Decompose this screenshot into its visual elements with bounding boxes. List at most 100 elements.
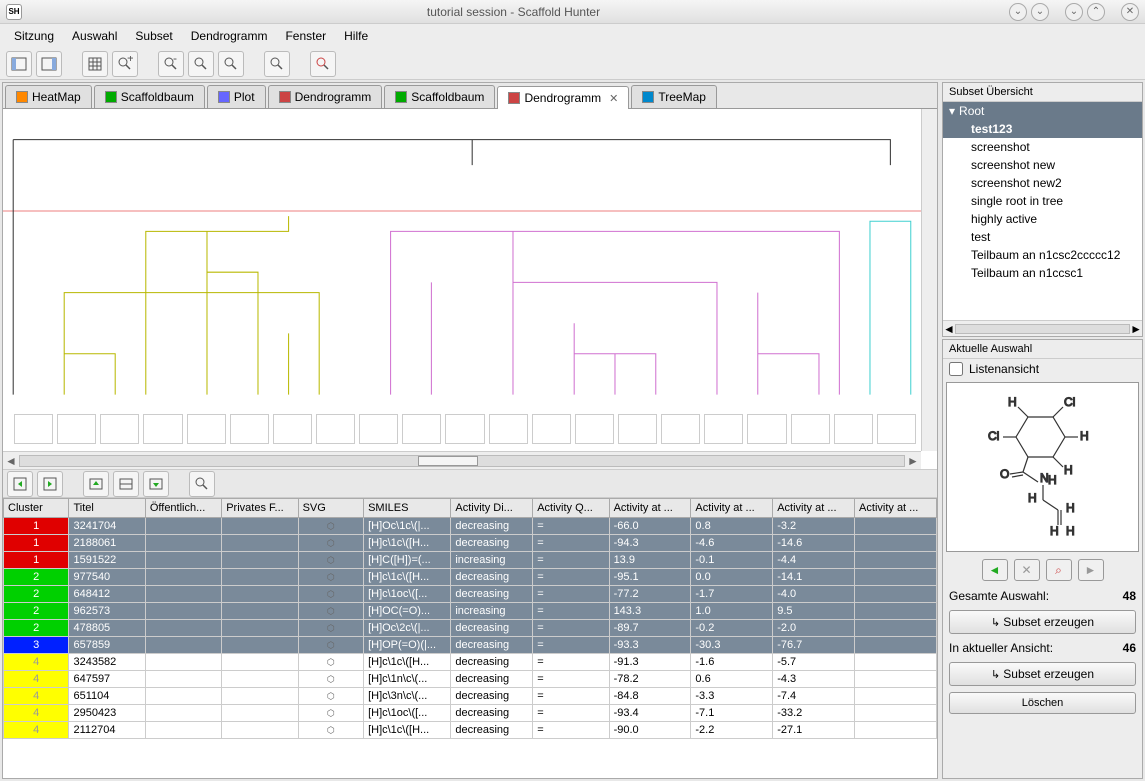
table-row[interactable]: 2977540⬡[H]c\1c\([H...decreasing=-95.10.… (4, 569, 937, 586)
zoom-in-icon[interactable]: + (112, 51, 138, 77)
molecule-thumb[interactable] (402, 414, 441, 444)
tree-item[interactable]: screenshot new (943, 156, 1142, 174)
column-header[interactable]: Activity at ... (609, 499, 691, 518)
panel-left-icon[interactable] (6, 51, 32, 77)
sort-up-icon[interactable] (83, 471, 109, 497)
tree-item[interactable]: screenshot (943, 138, 1142, 156)
dendrogram-view[interactable]: ◄ ► (3, 109, 937, 470)
minimize-icon[interactable]: ⌄ (1065, 3, 1083, 21)
table-row[interactable]: 4647597⬡[H]c\1n\c\(...decreasing=-78.20.… (4, 671, 937, 688)
tree-item[interactable]: single root in tree (943, 192, 1142, 210)
collapse-right-icon[interactable] (37, 471, 63, 497)
molecule-thumb[interactable] (834, 414, 873, 444)
tree-item[interactable]: screenshot new2 (943, 174, 1142, 192)
molecule-thumb[interactable] (316, 414, 355, 444)
molecule-thumb[interactable] (704, 414, 743, 444)
tab-treemap-6[interactable]: TreeMap (631, 85, 717, 108)
roll-down-icon[interactable]: ⌄ (1009, 3, 1027, 21)
create-subset-button-1[interactable]: ↳ Subset erzeugen (949, 610, 1136, 634)
table-row[interactable]: 13241704⬡[H]Oc\1c\(|...decreasing=-66.00… (4, 518, 937, 535)
prev-selection-icon[interactable]: ◄ (982, 559, 1008, 581)
molecule-thumb[interactable] (273, 414, 312, 444)
molecule-thumb[interactable] (532, 414, 571, 444)
tab-dendrogramm-5[interactable]: Dendrogramm✕ (497, 86, 629, 109)
table-row[interactable]: 4651104⬡[H]c\3n\c\(...decreasing=-84.8-3… (4, 688, 937, 705)
molecule-thumb[interactable] (618, 414, 657, 444)
molecule-thumb[interactable] (791, 414, 830, 444)
tab-scaffoldbaum-4[interactable]: Scaffoldbaum (384, 85, 495, 108)
molecule-thumb[interactable] (575, 414, 614, 444)
table-row[interactable]: 3657859⬡[H]OP(=O)(|...decreasing=-93.3-3… (4, 637, 937, 654)
tab-heatmap-0[interactable]: HeatMap (5, 85, 92, 108)
tree-item[interactable]: test123 (943, 120, 1142, 138)
molecule-thumb[interactable] (445, 414, 484, 444)
molecule-thumb[interactable] (143, 414, 182, 444)
column-header[interactable]: Öffentlich... (145, 499, 221, 518)
column-header[interactable]: Privates F... (222, 499, 298, 518)
column-header[interactable]: Cluster (4, 499, 69, 518)
tree-hscroll[interactable]: ◄► (943, 320, 1142, 336)
delete-button[interactable]: Löschen (949, 692, 1136, 714)
column-header[interactable]: Activity at ... (855, 499, 937, 518)
column-header[interactable]: Activity Di... (451, 499, 533, 518)
panel-right-icon[interactable] (36, 51, 62, 77)
tree-item[interactable]: test (943, 228, 1142, 246)
tab-close-icon[interactable]: ✕ (609, 92, 618, 105)
table-row[interactable]: 11591522⬡[H]C([H])=(...increasing=13.9-0… (4, 552, 937, 569)
horizontal-scrollbar[interactable]: ◄ ► (3, 451, 921, 469)
zoom-sel-icon[interactable] (218, 51, 244, 77)
tab-scaffoldbaum-1[interactable]: Scaffoldbaum (94, 85, 205, 108)
sort-down-icon[interactable] (143, 471, 169, 497)
tab-plot-2[interactable]: Plot (207, 85, 266, 108)
remove-selection-icon[interactable]: ✕ (1014, 559, 1040, 581)
tree-item[interactable]: Teilbaum an n1ccsc1 (943, 264, 1142, 282)
column-header[interactable]: Activity at ... (773, 499, 855, 518)
column-header[interactable]: SVG (298, 499, 363, 518)
column-header[interactable]: Activity Q... (533, 499, 609, 518)
table-row[interactable]: 42112704⬡[H]c\1c\([H...decreasing=-90.0-… (4, 722, 937, 739)
zoom-selection-icon[interactable]: ⌕ (1046, 559, 1072, 581)
tree-item[interactable]: Teilbaum an n1csc2ccccc12 (943, 246, 1142, 264)
table-row[interactable]: 12188061⬡[H]c\1c\([H...decreasing=-94.3-… (4, 535, 937, 552)
table-row[interactable]: 2962573⬡[H]OC(=O)...increasing=143.31.09… (4, 603, 937, 620)
zoom-out-icon[interactable]: - (158, 51, 184, 77)
molecule-thumb[interactable] (747, 414, 786, 444)
molecule-thumb[interactable] (877, 414, 916, 444)
column-header[interactable]: Activity at ... (691, 499, 773, 518)
maximize-icon[interactable]: ⌃ (1087, 3, 1105, 21)
close-icon[interactable]: ✕ (1121, 3, 1139, 21)
molecule-thumb[interactable] (661, 414, 700, 444)
molecule-thumb[interactable] (57, 414, 96, 444)
menu-fenster[interactable]: Fenster (277, 27, 334, 45)
column-header[interactable]: Titel (69, 499, 145, 518)
menu-hilfe[interactable]: Hilfe (336, 27, 376, 45)
molecule-thumb[interactable] (230, 414, 269, 444)
table-row[interactable]: 43243582⬡[H]c\1c\([H...decreasing=-91.3-… (4, 654, 937, 671)
molecule-thumb[interactable] (187, 414, 226, 444)
menu-sitzung[interactable]: Sitzung (6, 27, 62, 45)
subset-tree[interactable]: ▾Root test123screenshotscreenshot newscr… (943, 102, 1142, 320)
tab-dendrogramm-3[interactable]: Dendrogramm (268, 85, 383, 108)
tree-root[interactable]: ▾Root (943, 102, 1142, 120)
zoom-mol-icon[interactable] (310, 51, 336, 77)
table-row[interactable]: 2648412⬡[H]c\1oc\([...decreasing=-77.2-1… (4, 586, 937, 603)
molecule-thumb[interactable] (14, 414, 53, 444)
column-header[interactable]: SMILES (364, 499, 451, 518)
rows-icon[interactable] (113, 471, 139, 497)
table-row[interactable]: 2478805⬡[H]Oc\2c\(|...decreasing=-89.7-0… (4, 620, 937, 637)
roll-down2-icon[interactable]: ⌄ (1031, 3, 1049, 21)
menu-auswahl[interactable]: Auswahl (64, 27, 125, 45)
scroll-right-icon[interactable]: ► (905, 454, 921, 468)
collapse-left-icon[interactable] (7, 471, 33, 497)
data-table[interactable]: ClusterTitelÖffentlich...Privates F...SV… (3, 498, 937, 778)
tree-item[interactable]: highly active (943, 210, 1142, 228)
menu-dendrogramm[interactable]: Dendrogramm (183, 27, 276, 45)
zoom-fit-icon[interactable] (188, 51, 214, 77)
next-selection-icon[interactable]: ► (1078, 559, 1104, 581)
table-row[interactable]: 42950423⬡[H]c\1oc\([...decreasing=-93.4-… (4, 705, 937, 722)
zoom-reset-icon[interactable] (264, 51, 290, 77)
create-subset-button-2[interactable]: ↳ Subset erzeugen (949, 662, 1136, 686)
grid-icon[interactable] (82, 51, 108, 77)
vertical-scrollbar[interactable] (921, 109, 937, 451)
scroll-left-icon[interactable]: ◄ (3, 454, 19, 468)
